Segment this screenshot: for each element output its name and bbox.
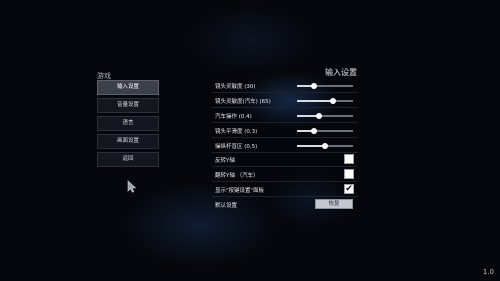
slider-row: 镜头平滑度 (0.3) xyxy=(212,124,358,138)
slider-label: 操纵杆盲区 (0.5) xyxy=(215,144,258,150)
menu-button-language[interactable]: 语言 xyxy=(97,116,159,131)
slider-fill xyxy=(297,100,334,102)
panel-title: 输入设置 xyxy=(325,68,357,77)
car-handling-slider[interactable] xyxy=(297,113,353,119)
slider-fill xyxy=(297,145,325,147)
invert-y-car-checkbox[interactable] xyxy=(344,169,354,179)
slider-label: 镜头平滑度 (0.3) xyxy=(215,129,258,135)
slider-label: 镜头灵敏度(汽车) (65) xyxy=(215,99,271,105)
slider-row: 操纵杆盲区 (0.5) xyxy=(212,139,358,153)
slider-knob[interactable] xyxy=(322,143,328,149)
joystick-deadzone-slider[interactable] xyxy=(297,143,353,149)
slider-row: 汽车操作 (0.4) xyxy=(212,109,358,123)
checkbox-row: 翻转Y轴 （汽车） xyxy=(212,168,358,182)
checkbox-label: 显示"按键设置"面板 xyxy=(215,188,265,194)
checkbox-row: 显示"按键设置"面板 ✔ xyxy=(212,183,358,197)
slider-knob[interactable] xyxy=(316,113,323,119)
reset-label: 默认设置 xyxy=(215,203,238,209)
show-keybind-panel-checkbox[interactable]: ✔ xyxy=(344,184,354,194)
menu-button-back[interactable]: 返回 xyxy=(97,152,159,167)
camera-sensitivity-slider[interactable] xyxy=(297,83,353,89)
version-label: 1.0 xyxy=(482,268,494,276)
slider-row: 镜头灵敏度(汽车) (65) xyxy=(212,94,358,108)
menu-button-volume-settings[interactable]: 音量设置 xyxy=(97,98,159,113)
slider-knob[interactable] xyxy=(310,128,317,134)
invert-y-checkbox[interactable] xyxy=(344,154,354,164)
slider-knob[interactable] xyxy=(330,98,337,104)
slider-knob[interactable] xyxy=(310,83,317,89)
camera-sensitivity-car-slider[interactable] xyxy=(297,98,353,104)
checkbox-label: 反转Y轴 xyxy=(215,158,235,164)
reset-row: 默认设置 恢复 xyxy=(212,198,358,211)
checkmark-icon: ✔ xyxy=(345,184,353,194)
settings-menu: 输入设置 音量设置 语言 画面设置 返回 xyxy=(97,80,159,170)
checkbox-row: 反转Y轴 xyxy=(212,153,358,167)
slider-label: 镜头灵敏度 (30) xyxy=(215,84,256,90)
reset-button[interactable]: 恢复 xyxy=(315,199,353,209)
menu-button-display-settings[interactable]: 画面设置 xyxy=(97,134,159,149)
menu-button-input-settings[interactable]: 输入设置 xyxy=(97,80,159,95)
checkbox-label: 翻转Y轴 （汽车） xyxy=(215,173,259,179)
slider-row: 镜头灵敏度 (30) xyxy=(212,79,358,93)
slider-label: 汽车操作 (0.4) xyxy=(215,114,252,120)
camera-smoothing-slider[interactable] xyxy=(297,128,353,134)
mouse-cursor-icon xyxy=(127,180,137,193)
